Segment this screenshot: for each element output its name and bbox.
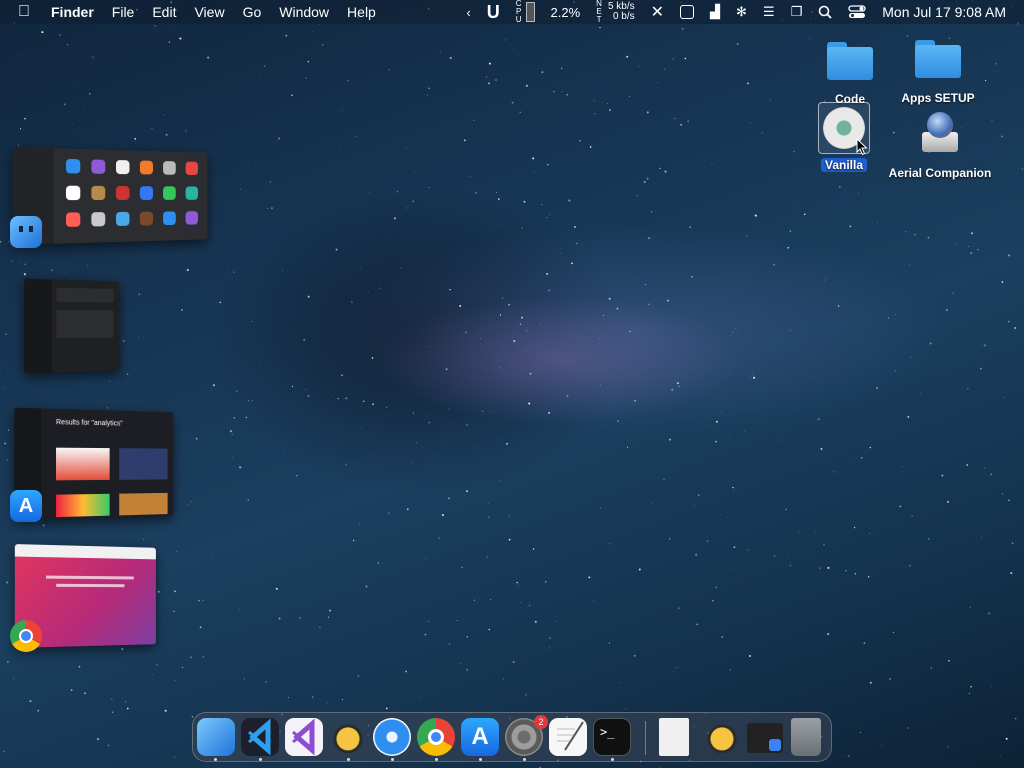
menu-go[interactable]: Go bbox=[234, 0, 271, 24]
desktop-disk-vanilla[interactable]: Vanilla bbox=[814, 102, 874, 172]
desktop-app-aerial-companion[interactable]: Aerial Companion bbox=[884, 110, 996, 180]
app-grid-icon bbox=[91, 159, 106, 174]
app-grid-icon bbox=[65, 158, 81, 174]
app-grid-icon bbox=[116, 160, 130, 175]
app-grid-icon bbox=[163, 186, 176, 200]
net-label: N E T bbox=[596, 0, 602, 24]
dock-vscode-icon[interactable] bbox=[241, 718, 279, 756]
dock-textedit-icon[interactable] bbox=[549, 718, 587, 756]
dock-app-store-icon[interactable]: A bbox=[461, 718, 499, 756]
net-speeds: 5 kb/s 0 b/s bbox=[608, 2, 635, 22]
finder-icon[interactable] bbox=[10, 216, 42, 248]
running-indicator bbox=[435, 758, 438, 761]
network-monitor[interactable]: N E T 5 kb/s 0 b/s bbox=[588, 0, 642, 24]
dock-screen-icon[interactable] bbox=[747, 723, 783, 753]
dock-trash-icon[interactable] bbox=[791, 718, 821, 756]
desktop-folder-apps-setup[interactable]: Apps SETUP bbox=[896, 40, 980, 105]
chrome-icon[interactable] bbox=[10, 620, 42, 652]
cpu-percent: 2.2% bbox=[550, 4, 581, 20]
dock-visual-studio-icon[interactable] bbox=[285, 718, 323, 756]
dock-bee-app-icon[interactable] bbox=[329, 718, 367, 756]
dock-menu-icon[interactable]: ▟ bbox=[702, 0, 728, 24]
sidebar-icon[interactable]: ☰ bbox=[755, 0, 783, 24]
app-grid-icon bbox=[163, 161, 176, 175]
dock-safari-icon[interactable] bbox=[373, 718, 411, 756]
menu-window[interactable]: Window bbox=[270, 0, 338, 24]
dock-separator bbox=[645, 721, 646, 755]
running-indicator bbox=[523, 758, 526, 761]
drive-icon bbox=[920, 110, 960, 154]
desktop-item-label: Vanilla bbox=[820, 158, 868, 172]
apple-menu-icon[interactable]:  bbox=[0, 0, 42, 24]
tools-icon[interactable]: ✕ bbox=[643, 0, 672, 24]
notification-badge: 2 bbox=[534, 715, 548, 729]
running-indicator bbox=[347, 758, 350, 761]
app-grid-icon bbox=[139, 211, 153, 226]
desktop-folder-code[interactable]: Code bbox=[820, 42, 880, 106]
app-grid-icon bbox=[185, 211, 198, 225]
app-grid-icon bbox=[116, 186, 130, 200]
running-indicator bbox=[259, 758, 262, 761]
desktop-item-label: Apps SETUP bbox=[901, 91, 975, 105]
running-indicator bbox=[479, 758, 482, 761]
menu-view[interactable]: View bbox=[185, 0, 233, 24]
dock-finder-icon[interactable] bbox=[197, 718, 235, 756]
dock-document-icon[interactable] bbox=[659, 718, 689, 756]
app-grid-icon bbox=[91, 212, 106, 227]
app-grid-icon bbox=[185, 161, 198, 176]
folder-icon bbox=[827, 42, 873, 80]
menu-edit[interactable]: Edit bbox=[143, 0, 185, 24]
app-grid-icon bbox=[139, 160, 153, 175]
app-menu-finder[interactable]: Finder bbox=[42, 0, 103, 24]
app-grid-icon bbox=[163, 211, 176, 226]
dock-terminal-icon[interactable]: >_ bbox=[593, 718, 631, 756]
running-indicator bbox=[611, 758, 614, 761]
app-grid-icon bbox=[91, 185, 106, 201]
menu-help[interactable]: Help bbox=[338, 0, 385, 24]
chevron-left-icon[interactable]: ‹ bbox=[458, 0, 478, 24]
desktop-item-label: Aerial Companion bbox=[888, 166, 992, 180]
menu-file[interactable]: File bbox=[103, 0, 144, 24]
screen-icon[interactable] bbox=[672, 0, 702, 24]
desktop[interactable]:  Finder File Edit View Go Window Help ‹… bbox=[0, 0, 1024, 768]
cpu-monitor[interactable]: C P U bbox=[508, 0, 543, 24]
window-title: Results for "analytics" bbox=[56, 419, 123, 428]
app-grid-icon bbox=[65, 185, 81, 201]
app-grid-icon bbox=[139, 186, 153, 200]
dock-bee-document-icon[interactable] bbox=[703, 718, 741, 756]
app-grid bbox=[65, 158, 206, 241]
bee-status-icon[interactable]: ✻ bbox=[728, 0, 755, 24]
cpu-usage-bar bbox=[525, 2, 535, 22]
cpu-label: C P U bbox=[515, 0, 522, 24]
net-down-speed: 0 b/s bbox=[612, 11, 635, 22]
clock[interactable]: Mon Jul 17 9:08 AM bbox=[874, 0, 1024, 24]
status-area: ‹ U C P U 2.2% N E T 5 kb/s 0 b/s ✕ ▟ ✻ … bbox=[458, 0, 1024, 24]
u-app-icon[interactable]: U bbox=[479, 0, 508, 24]
app-grid-icon bbox=[185, 186, 198, 200]
dock: A 2 >_ bbox=[192, 712, 832, 762]
stage-window-settings[interactable] bbox=[24, 278, 120, 374]
search-icon[interactable] bbox=[810, 0, 840, 24]
app-grid-icon bbox=[65, 212, 81, 227]
menu-bar:  Finder File Edit View Go Window Help ‹… bbox=[0, 0, 1024, 24]
running-indicator bbox=[391, 758, 394, 761]
running-indicator bbox=[214, 758, 217, 761]
mouse-cursor-icon bbox=[856, 138, 868, 156]
windows-icon[interactable]: ❐ bbox=[783, 0, 811, 24]
app-store-icon[interactable]: A bbox=[10, 490, 42, 522]
app-grid-icon bbox=[116, 211, 130, 226]
control-center-icon[interactable] bbox=[840, 0, 874, 24]
folder-icon bbox=[915, 40, 961, 78]
dock-chrome-icon[interactable] bbox=[417, 718, 455, 756]
dock-system-settings-icon[interactable]: 2 bbox=[505, 715, 548, 756]
